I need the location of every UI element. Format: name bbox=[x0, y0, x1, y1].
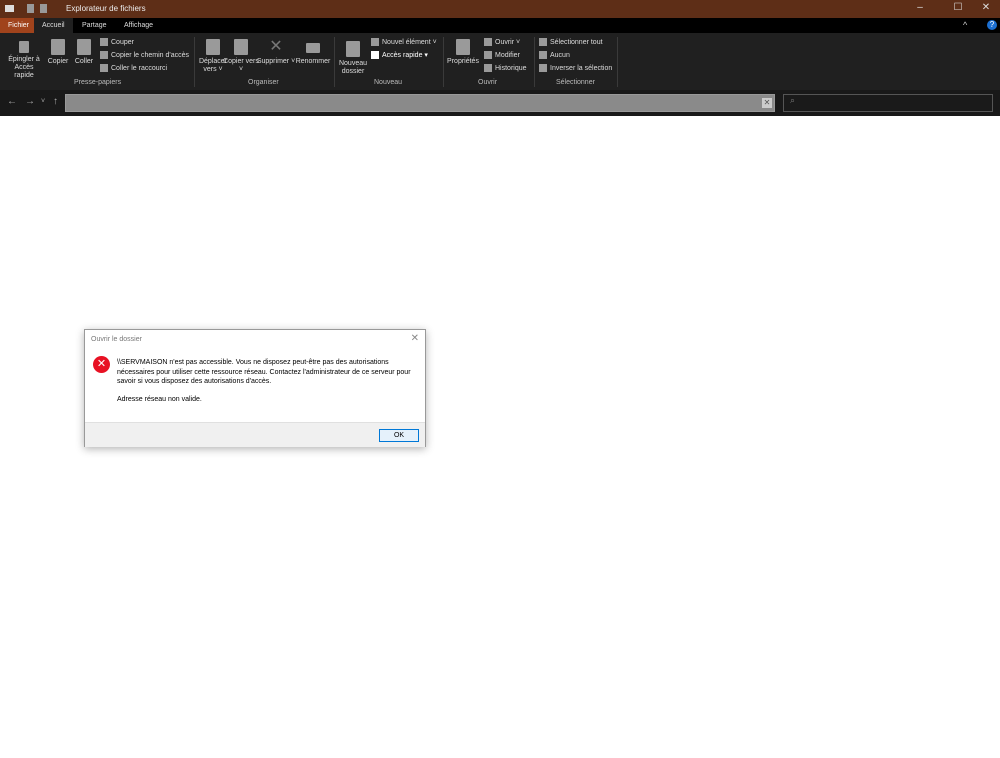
quick-access-button[interactable]: Accès rapide ▾ bbox=[371, 50, 428, 62]
shortcut-icon bbox=[100, 64, 108, 73]
new-item-icon bbox=[371, 38, 379, 47]
close-button[interactable]: ✕ bbox=[974, 2, 998, 16]
move-icon bbox=[206, 39, 220, 55]
tab-partage[interactable]: Partage bbox=[74, 18, 115, 33]
document-icon bbox=[371, 51, 379, 60]
dialog-message: \\SERVMAISON n'est pas accessible. Vous … bbox=[117, 359, 411, 385]
dialog-title: Ouvrir le dossier bbox=[91, 336, 142, 343]
select-none-icon bbox=[539, 51, 547, 60]
clear-address-icon[interactable]: ✕ bbox=[762, 98, 772, 108]
dialog-footer: OK bbox=[85, 422, 425, 447]
path-icon bbox=[100, 51, 108, 60]
edit-button[interactable]: Modifier bbox=[484, 50, 520, 62]
new-folder-button[interactable]: Nouveau dossier bbox=[334, 41, 372, 76]
search-input[interactable]: ⌕ bbox=[783, 94, 993, 112]
properties-check-icon bbox=[456, 39, 470, 55]
invert-selection-button[interactable]: Inverser la sélection bbox=[539, 63, 612, 75]
title-bar: Explorateur de fichiers – ☐ ✕ bbox=[0, 0, 1000, 18]
maximize-button[interactable]: ☐ bbox=[946, 2, 970, 16]
select-all-icon bbox=[539, 38, 547, 47]
ribbon: Épingler à Accès rapide Copier Coller Co… bbox=[0, 33, 1000, 90]
properties-button[interactable]: Propriétés bbox=[444, 39, 482, 66]
tab-affichage[interactable]: Affichage bbox=[116, 18, 161, 33]
address-bar[interactable]: ✕ bbox=[65, 94, 775, 112]
error-icon: ✕ bbox=[93, 356, 110, 373]
cut-button[interactable]: Couper bbox=[100, 37, 134, 49]
rename-icon bbox=[306, 43, 320, 53]
copy-to-button[interactable]: Copier vers ˅ bbox=[222, 39, 260, 74]
save-quick-icon[interactable] bbox=[27, 4, 34, 13]
new-item-button[interactable]: Nouvel élément ˅ bbox=[371, 37, 437, 49]
open-icon bbox=[484, 38, 492, 47]
open-button[interactable]: Ouvrir ˅ bbox=[484, 37, 520, 49]
delete-button[interactable]: ✕ Supprimer ˅ bbox=[256, 39, 296, 66]
pin-icon bbox=[19, 41, 29, 53]
group-label-clipboard: Presse-papiers bbox=[74, 79, 122, 86]
group-label-new: Nouveau bbox=[374, 79, 403, 86]
history-icon bbox=[484, 64, 492, 73]
app-icon bbox=[5, 5, 14, 12]
search-icon: ⌕ bbox=[790, 95, 796, 105]
navigation-bar: ← → ˅ ↑ ✕ ⌕ bbox=[0, 90, 1000, 116]
copy-to-icon bbox=[234, 39, 248, 55]
rename-button[interactable]: Renommer bbox=[292, 39, 334, 66]
paste-button[interactable]: Coller bbox=[68, 39, 100, 66]
group-label-organize: Organiser bbox=[248, 79, 279, 86]
ok-button[interactable]: OK bbox=[379, 429, 419, 442]
invert-selection-icon bbox=[539, 64, 547, 73]
tab-accueil[interactable]: Accueil bbox=[34, 18, 73, 33]
back-button[interactable]: ← bbox=[7, 96, 17, 107]
divider bbox=[534, 37, 535, 87]
copy-icon bbox=[51, 39, 65, 55]
help-icon[interactable]: ? bbox=[987, 20, 997, 30]
paste-shortcut-button[interactable]: Coller le raccourci bbox=[100, 63, 167, 75]
delete-x-icon: ✕ bbox=[269, 38, 283, 55]
tab-fichier[interactable]: Fichier bbox=[0, 18, 38, 33]
clipboard-icon bbox=[77, 39, 91, 55]
error-dialog: Ouvrir le dossier ✕ ✕ \\SERVMAISON n'est… bbox=[84, 329, 426, 447]
select-all-button[interactable]: Sélectionner tout bbox=[539, 37, 603, 49]
group-label-open: Ouvrir bbox=[478, 79, 498, 86]
up-button[interactable]: ↑ bbox=[53, 96, 58, 107]
scissors-icon bbox=[100, 38, 108, 47]
forward-button[interactable]: → bbox=[25, 96, 35, 107]
minimize-button[interactable]: – bbox=[908, 2, 932, 16]
collapse-ribbon-icon[interactable]: ^ bbox=[963, 20, 967, 30]
edit-icon bbox=[484, 51, 492, 60]
folder-icon bbox=[346, 41, 360, 57]
select-none-button[interactable]: Aucun bbox=[539, 50, 570, 62]
pin-quick-access-button[interactable]: Épingler à Accès rapide bbox=[4, 41, 44, 80]
history-button[interactable]: Historique bbox=[484, 63, 527, 75]
copy-path-button[interactable]: Copier le chemin d'accès bbox=[100, 50, 189, 62]
folder-quick-icon[interactable] bbox=[40, 4, 47, 13]
dialog-close-button[interactable]: ✕ bbox=[411, 333, 419, 344]
window-title: Explorateur de fichiers bbox=[66, 4, 146, 13]
divider bbox=[617, 37, 618, 87]
group-label-select: Sélectionner bbox=[556, 79, 595, 86]
dialog-detail: Adresse réseau non valide. bbox=[117, 396, 202, 403]
ribbon-tabs: Fichier Accueil Partage Affichage ^ ? bbox=[0, 18, 1000, 33]
recent-locations-button[interactable]: ˅ bbox=[41, 98, 45, 105]
